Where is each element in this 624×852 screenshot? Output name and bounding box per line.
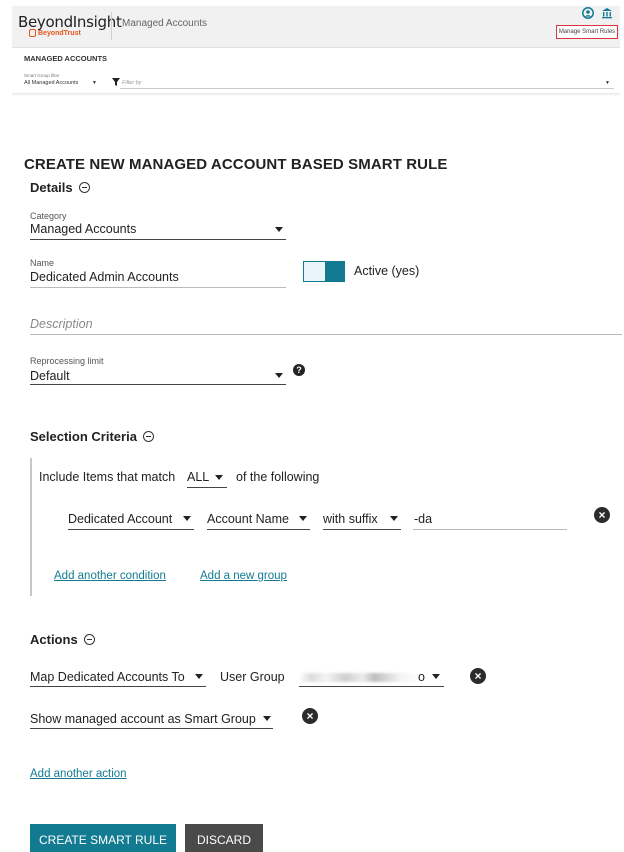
beyondtrust-logo-icon <box>29 29 36 37</box>
include-items-suffix: of the following <box>236 470 320 484</box>
chevron-down-icon[interactable] <box>215 475 223 480</box>
criteria-group-bar <box>30 458 32 596</box>
match-select[interactable]: ALL <box>187 470 209 484</box>
help-icon[interactable]: ? <box>293 364 305 376</box>
description-underline <box>30 334 622 335</box>
add-condition-link[interactable]: Add another condition <box>54 570 166 582</box>
collapse-icon[interactable] <box>142 431 154 442</box>
user-icon[interactable] <box>582 7 597 22</box>
category-select[interactable]: Managed Accounts <box>30 222 136 236</box>
condition-operator-select[interactable]: with suffix <box>323 512 378 526</box>
remove-condition-icon[interactable]: × <box>594 507 610 523</box>
header-icons <box>582 7 613 22</box>
selection-heading-label: Selection Criteria <box>30 429 137 444</box>
description-field[interactable]: Description <box>30 317 93 331</box>
user-group-label: User Group <box>220 670 285 684</box>
name-label: Name <box>30 258 55 268</box>
filter-by-input[interactable]: Filter by <box>122 80 142 86</box>
condition-field-select[interactable]: Account Name <box>207 512 289 526</box>
filter-underline <box>120 88 614 89</box>
add-action-link[interactable]: Add another action <box>30 768 127 780</box>
breadcrumb[interactable]: Managed Accounts <box>122 18 207 29</box>
active-toggle-knob[interactable] <box>325 262 344 281</box>
selection-criteria-heading[interactable]: Selection Criteria <box>30 429 154 444</box>
details-heading-label: Details <box>30 180 73 195</box>
collapse-icon[interactable] <box>78 182 90 193</box>
action2-type-underline <box>30 728 273 729</box>
chevron-down-icon[interactable] <box>275 373 283 378</box>
remove-action-icon[interactable]: × <box>302 708 318 724</box>
condition-value-underline <box>413 529 567 530</box>
brand-subtitle: BeyondTrust <box>38 30 81 37</box>
condition-operator-underline <box>323 529 401 530</box>
active-toggle-label: Active (yes) <box>354 264 420 278</box>
bank-icon[interactable] <box>601 8 613 22</box>
actions-heading-label: Actions <box>30 632 78 647</box>
actions-heading[interactable]: Actions <box>30 632 95 647</box>
chevron-down-icon[interactable] <box>183 516 191 521</box>
page-title: CREATE NEW MANAGED ACCOUNT BASED SMART R… <box>24 156 448 173</box>
remove-action-icon[interactable]: × <box>470 668 486 684</box>
details-section-heading[interactable]: Details <box>30 180 90 195</box>
reprocessing-limit-select[interactable]: Default <box>30 369 70 383</box>
name-underline <box>30 287 286 288</box>
action-type-underline <box>30 686 206 687</box>
category-label: Category <box>30 211 67 221</box>
add-group-link[interactable]: Add a new group <box>200 570 287 582</box>
category-underline <box>30 239 286 240</box>
condition-field-underline <box>207 529 310 530</box>
chevron-down-icon[interactable] <box>299 516 307 521</box>
chevron-down-icon[interactable] <box>275 227 283 232</box>
panel-title: MANAGED ACCOUNTS <box>24 54 108 63</box>
reprocessing-underline <box>30 384 286 385</box>
chevron-down-icon[interactable] <box>195 674 203 679</box>
include-items-prefix: Include Items that match <box>39 470 176 484</box>
name-field[interactable]: Dedicated Admin Accounts <box>30 270 179 284</box>
user-group-underline <box>299 686 444 687</box>
header-divider <box>111 12 112 40</box>
smart-group-filter-label: Smart Group filter <box>24 73 60 78</box>
chevron-down-icon[interactable] <box>432 674 440 679</box>
action2-type-select[interactable]: Show managed account as Smart Group <box>30 712 256 726</box>
user-group-select[interactable]: o <box>418 670 425 684</box>
chevron-down-icon[interactable]: ▼ <box>605 80 610 86</box>
create-smart-rule-button[interactable]: CREATE SMART RULE <box>30 824 176 852</box>
condition-type-underline <box>68 529 194 530</box>
user-group-redacted-value <box>299 673 421 682</box>
collapse-icon[interactable] <box>83 634 95 645</box>
action-type-select[interactable]: Map Dedicated Accounts To <box>30 670 185 684</box>
chevron-down-icon[interactable] <box>263 716 271 721</box>
reprocessing-limit-label: Reprocessing limit <box>30 356 104 366</box>
condition-value-input[interactable]: -da <box>414 512 432 526</box>
panel-shadow <box>12 93 620 96</box>
chevron-down-icon[interactable]: ▼ <box>92 80 97 86</box>
match-underline <box>187 487 227 488</box>
manage-smart-rules-link[interactable]: Manage Smart Rules <box>556 25 618 39</box>
discard-button[interactable]: DISCARD <box>185 824 263 852</box>
filter-funnel-icon[interactable] <box>112 78 120 88</box>
smart-group-filter-select[interactable]: All Managed Accounts <box>24 80 78 86</box>
chevron-down-icon[interactable] <box>390 516 398 521</box>
condition-type-select[interactable]: Dedicated Account <box>68 512 172 526</box>
